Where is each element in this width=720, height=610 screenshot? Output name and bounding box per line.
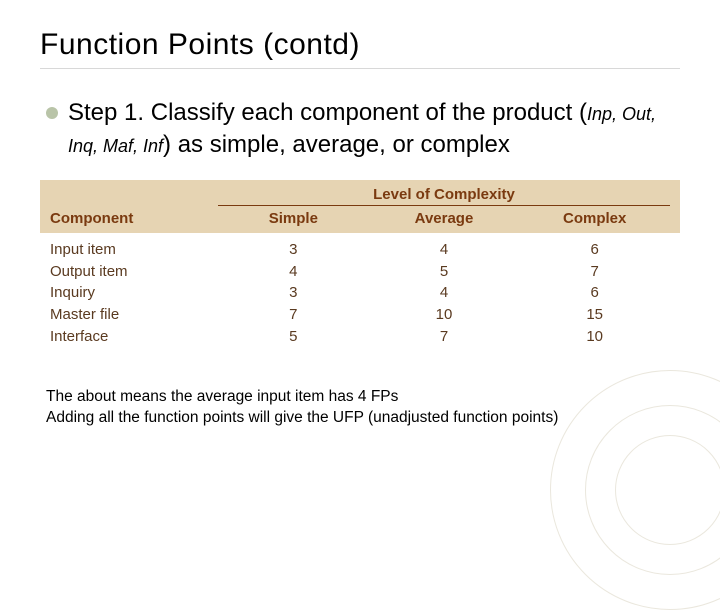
cell: 6 [519,239,670,261]
table-row: Master file [50,304,218,326]
col-simple: Simple [218,210,369,227]
col-component-names: Input item Output item Inquiry Master fi… [50,239,218,348]
step-block: Step 1. Classify each component of the p… [40,97,680,162]
step-label: Step 1. [68,99,144,126]
cell: 15 [519,304,670,326]
cell: 6 [519,282,670,304]
cell: 4 [369,282,520,304]
footnote: The about means the average input item h… [40,386,680,429]
bullet-icon [46,107,58,119]
header-loc-title: Level of Complexity [218,186,670,206]
slide-content: Function Points (contd) Step 1. Classify… [0,0,720,449]
cell: 4 [218,261,369,283]
col-average: Average [369,210,520,227]
slide-title: Function Points (contd) [40,28,680,69]
cell: 7 [369,326,520,348]
cell: 3 [218,239,369,261]
table-row: Output item [50,261,218,283]
table-row: Interface [50,326,218,348]
col-average-vals: 4 5 4 10 7 [369,239,520,348]
table-body: Input item Output item Inquiry Master fi… [40,233,680,358]
cell: 5 [218,326,369,348]
cell: 4 [369,239,520,261]
cell: 10 [369,304,520,326]
step-body-before: Classify each component of the product ( [151,99,587,126]
header-loc-cols: Simple Average Complex [218,210,670,227]
col-values: 3 4 3 7 5 4 5 4 10 7 6 7 6 15 [218,239,670,348]
complexity-table: Component Level of Complexity Simple Ave… [40,180,680,358]
cell: 3 [218,282,369,304]
footnote-line2: Adding all the function points will give… [46,407,680,429]
step-body-after: ) as simple, average, or complex [163,131,510,158]
col-simple-vals: 3 4 3 7 5 [218,239,369,348]
cell: 10 [519,326,670,348]
table-header: Component Level of Complexity Simple Ave… [40,180,680,233]
header-loc: Level of Complexity Simple Average Compl… [218,186,670,227]
table-row: Inquiry [50,282,218,304]
col-complex-vals: 6 7 6 15 10 [519,239,670,348]
cell: 5 [369,261,520,283]
footnote-line1: The about means the average input item h… [46,386,680,408]
table-row: Input item [50,239,218,261]
cell: 7 [218,304,369,326]
step-text: Step 1. Classify each component of the p… [68,97,676,162]
col-complex: Complex [519,210,670,227]
cell: 7 [519,261,670,283]
header-component: Component [50,210,218,227]
